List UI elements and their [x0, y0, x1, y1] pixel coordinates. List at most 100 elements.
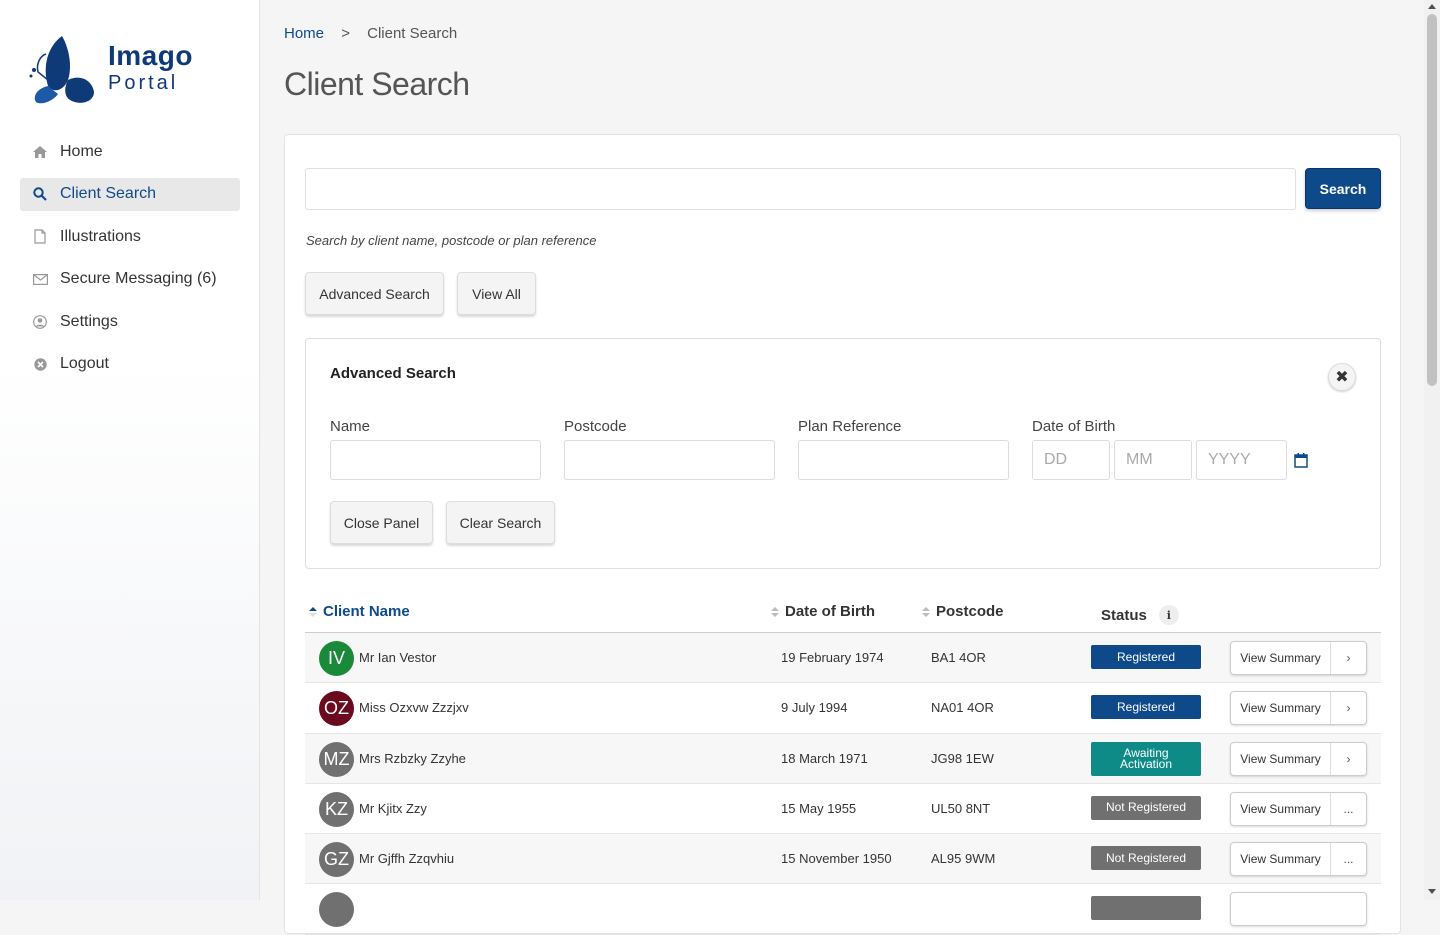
sidebar-item-label: Client Search	[60, 185, 157, 202]
view-summary-group[interactable]	[1230, 892, 1367, 927]
sort-icon	[771, 606, 779, 617]
sidebar-item-secure-messaging[interactable]: Secure Messaging (6)	[20, 263, 240, 296]
close-circle-icon	[32, 356, 48, 372]
status-badge: Not Registered	[1091, 795, 1201, 820]
table-row[interactable]: MZ Mrs Rzbzky Zzyhe 18 March 1971 JG98 1…	[305, 733, 1381, 784]
imago-portal-logo[interactable]: Imago Portal	[28, 28, 198, 108]
close-panel-button[interactable]: Close Panel	[330, 501, 433, 544]
view-summary-button[interactable]: View Summary	[1231, 792, 1331, 825]
column-label: Postcode	[936, 603, 1004, 620]
column-client-name[interactable]: Client Name	[309, 603, 410, 620]
breadcrumb-current: Client Search	[367, 25, 458, 42]
butterfly-logo-icon	[29, 36, 94, 104]
main-content: Home > Client Search Client Search Searc…	[260, 0, 1424, 935]
table-body: IV Mr Ian Vestor 19 February 1974 BA1 4O…	[305, 633, 1381, 935]
chevron-right-icon[interactable]: ›	[1331, 692, 1366, 724]
status-badge: Registered	[1091, 645, 1201, 669]
sidebar-item-home[interactable]: Home	[20, 135, 240, 168]
view-summary-group[interactable]: View Summary ...	[1230, 791, 1367, 826]
client-name[interactable]: Mr Kjitx Zzy	[359, 801, 427, 816]
postcode: UL50 8NT	[931, 800, 991, 816]
date-of-birth: 15 November 1950	[781, 851, 892, 867]
more-options-icon[interactable]: ...	[1331, 843, 1366, 875]
client-table: Client Name Date of Birth Postcode Statu…	[305, 598, 1381, 935]
advanced-search-button[interactable]: Advanced Search	[305, 272, 444, 315]
name-field[interactable]	[330, 440, 541, 480]
dob-day-field[interactable]: DD	[1032, 440, 1110, 480]
scroll-down-icon[interactable]	[1428, 889, 1436, 894]
sidebar-item-label: Settings	[60, 312, 118, 330]
more-options-icon[interactable]: ...	[1331, 793, 1366, 825]
table-row[interactable]: GZ Mr Gjffh Zzqvhiu 15 November 1950 AL9…	[305, 834, 1381, 885]
column-postcode[interactable]: Postcode	[922, 603, 1004, 620]
sidebar-item-logout[interactable]: Logout	[20, 348, 240, 381]
breadcrumb-home-link[interactable]: Home	[284, 25, 324, 42]
document-icon	[32, 229, 48, 245]
table-row[interactable]: IV Mr Ian Vestor 19 February 1974 BA1 4O…	[305, 633, 1381, 684]
breadcrumb: Home > Client Search	[284, 25, 457, 42]
table-row[interactable]: KZ Mr Kjitx Zzy 15 May 1955 UL50 8NT Not…	[305, 784, 1381, 835]
view-summary-group[interactable]: View Summary ›	[1230, 741, 1367, 776]
date-of-birth: 18 March 1971	[781, 750, 868, 766]
column-label: Status	[1101, 606, 1147, 624]
vertical-scrollbar[interactable]	[1424, 0, 1440, 900]
view-summary-button[interactable]: View Summary	[1231, 642, 1331, 674]
postcode: AL95 9WM	[931, 851, 996, 867]
search-card: Search Search by client name, postcode o…	[284, 134, 1401, 935]
status-badge: Not Registered	[1091, 846, 1201, 871]
chevron-right-icon[interactable]: ›	[1331, 743, 1366, 775]
page-title: Client Search	[284, 66, 470, 102]
date-of-birth-label: Date of Birth	[1032, 418, 1116, 435]
dob-year-field[interactable]: YYYY	[1196, 440, 1287, 480]
table-row[interactable]: OZ Miss Ozxvw Zzzjxv 9 July 1994 NA01 4O…	[305, 683, 1381, 734]
sidebar-item-label: Logout	[60, 355, 109, 372]
avatar	[319, 892, 354, 928]
status-badge: Registered	[1091, 695, 1201, 720]
calendar-icon[interactable]	[1294, 452, 1308, 468]
table-row-partial[interactable]	[305, 884, 1381, 935]
view-summary-button[interactable]: View Summary	[1231, 692, 1331, 725]
postcode-field[interactable]	[564, 440, 775, 480]
view-all-button[interactable]: View All	[457, 272, 536, 315]
close-panel-icon[interactable]: ✖	[1328, 363, 1356, 391]
info-icon[interactable]: i	[1158, 605, 1179, 625]
sidebar-item-illustrations[interactable]: Illustrations	[20, 220, 240, 253]
postcode: JG98 1EW	[931, 750, 994, 766]
sort-icon	[922, 606, 930, 617]
view-summary-button[interactable]: View Summary	[1231, 843, 1331, 876]
advanced-search-title: Advanced Search	[330, 365, 456, 382]
scroll-up-icon[interactable]	[1428, 4, 1436, 9]
sidebar-item-label: Home	[60, 142, 103, 160]
logo-title: Imago	[108, 40, 193, 71]
scroll-thumb[interactable]	[1427, 14, 1437, 386]
breadcrumb-separator: >	[341, 25, 350, 42]
client-name[interactable]: Mr Gjffh Zzqvhiu	[359, 851, 454, 866]
view-summary-button[interactable]: View Summary	[1231, 742, 1331, 775]
column-label: Date of Birth	[785, 603, 875, 620]
avatar: OZ	[319, 691, 354, 727]
search-input[interactable]	[305, 168, 1296, 210]
clear-search-button[interactable]: Clear Search	[446, 501, 555, 544]
column-date-of-birth[interactable]: Date of Birth	[771, 603, 875, 620]
column-status: Status i	[1101, 605, 1179, 625]
sidebar: Imago Portal Home Client Search Illustra…	[0, 0, 260, 900]
sidebar-item-client-search[interactable]: Client Search	[20, 177, 240, 211]
sidebar-item-settings[interactable]: Settings	[20, 305, 240, 338]
plan-reference-field[interactable]	[798, 440, 1009, 480]
chevron-right-icon[interactable]: ›	[1331, 642, 1366, 674]
search-button[interactable]: Search	[1305, 168, 1381, 209]
column-label: Client Name	[323, 603, 410, 620]
client-name[interactable]: Mr Ian Vestor	[359, 650, 436, 665]
view-summary-group[interactable]: View Summary ›	[1230, 641, 1367, 675]
dob-month-field[interactable]: MM	[1114, 440, 1192, 480]
view-summary-group[interactable]: View Summary ›	[1230, 691, 1367, 726]
plan-reference-label: Plan Reference	[798, 418, 902, 435]
advanced-search-panel: Advanced Search ✖ Name Postcode Plan Ref…	[305, 338, 1381, 569]
status-badge: Awaiting Activation	[1091, 741, 1201, 776]
view-summary-group[interactable]: View Summary ...	[1230, 842, 1367, 877]
name-label: Name	[330, 418, 371, 435]
avatar: KZ	[319, 791, 354, 827]
avatar: MZ	[319, 741, 354, 777]
client-name[interactable]: Mrs Rzbzky Zzyhe	[359, 751, 466, 766]
client-name[interactable]: Miss Ozxvw Zzzjxv	[359, 700, 469, 715]
